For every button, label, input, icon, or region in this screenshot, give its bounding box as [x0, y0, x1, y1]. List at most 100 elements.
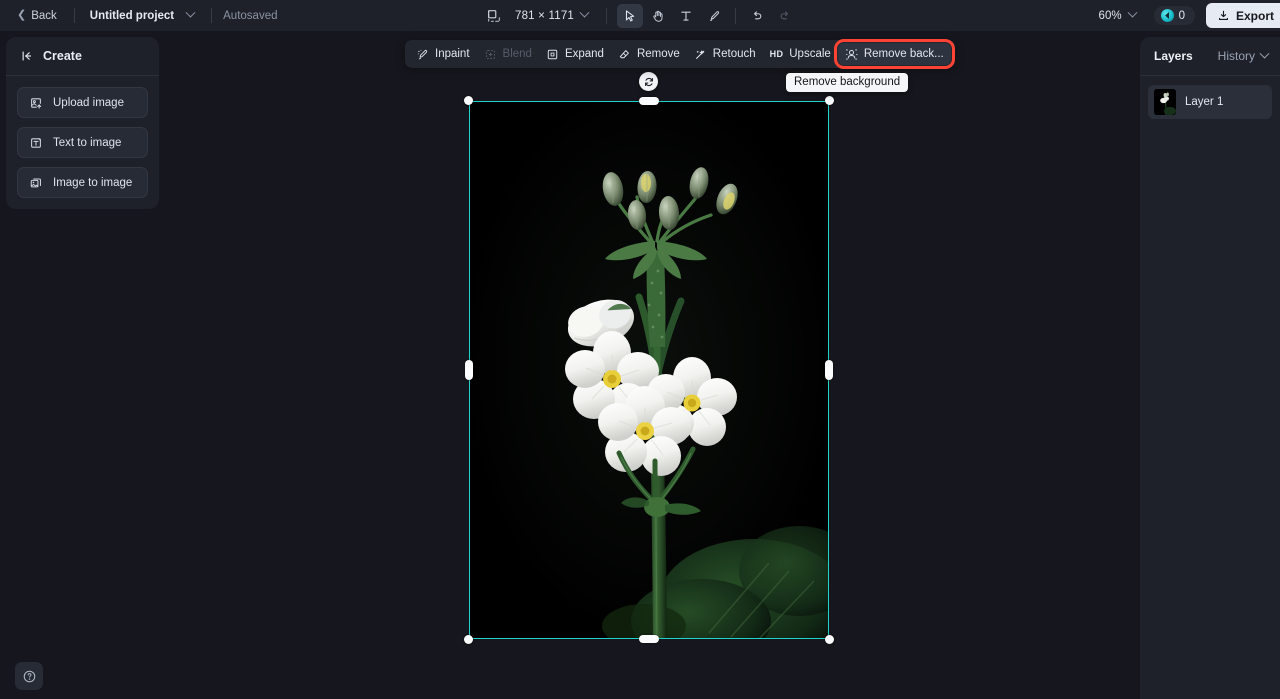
upload-image-icon — [29, 96, 43, 110]
flower-artwork-svg — [469, 101, 829, 639]
selected-image-object[interactable] — [469, 101, 829, 639]
retouch-label: Retouch — [713, 48, 756, 60]
autosaved-status: Autosaved — [223, 10, 277, 22]
zoom-level-label: 60% — [1099, 10, 1122, 22]
create-panel-items: Upload image Text to image Image to imag… — [6, 76, 159, 198]
create-panel-title: Create — [43, 49, 82, 63]
expand-icon — [546, 48, 559, 61]
tab-history-label: History — [1218, 49, 1255, 63]
resize-handle-bottom-left[interactable] — [464, 635, 473, 644]
tab-history[interactable]: History — [1218, 49, 1268, 63]
sidebar-item-upload-image[interactable]: Upload image — [17, 87, 148, 118]
layers-panel-header: Layers History — [1140, 37, 1280, 76]
inpaint-icon — [416, 48, 429, 61]
layer-thumbnail — [1154, 89, 1176, 115]
topbar-center-group: 781 × 1171 — [482, 0, 798, 31]
divider — [211, 8, 212, 23]
blend-icon — [484, 48, 497, 61]
export-label: Export — [1236, 9, 1274, 23]
redo-icon — [778, 9, 792, 23]
rotate-handle[interactable] — [639, 72, 658, 91]
image-actions-toolbar: Inpaint Blend Expand Remove Retouch HD — [405, 40, 955, 68]
collapse-panel-icon[interactable] — [20, 49, 34, 63]
text-tool-button[interactable] — [673, 4, 699, 28]
resize-handle-middle-left[interactable] — [465, 360, 473, 380]
help-question-icon — [22, 669, 37, 684]
expand-button[interactable]: Expand — [539, 43, 611, 65]
tool-group — [617, 4, 798, 28]
resize-handle-top-right[interactable] — [825, 96, 834, 105]
create-panel: Create Upload image Text to image — [6, 37, 159, 209]
resize-handle-bottom-center[interactable] — [639, 635, 659, 643]
remove-background-tooltip: Remove background — [786, 73, 908, 92]
crop-resize-icon — [486, 8, 502, 24]
remove-background-icon — [845, 48, 858, 61]
inpaint-label: Inpaint — [435, 48, 470, 60]
brush-tool-icon — [707, 9, 721, 23]
cursor-select-icon — [623, 9, 637, 23]
text-tool-icon — [679, 9, 693, 23]
layer-item[interactable]: Layer 1 — [1148, 85, 1272, 119]
rotate-refresh-icon — [643, 76, 655, 88]
tab-layers[interactable]: Layers — [1154, 49, 1193, 63]
hd-upscale-icon: HD — [770, 49, 784, 59]
zoom-level-button[interactable]: 60% — [1095, 7, 1140, 25]
remove-background-button[interactable]: Remove back... — [838, 43, 951, 65]
topbar-right-group: 60% 0 Export — [1095, 0, 1280, 31]
download-icon — [1217, 9, 1230, 22]
layers-panel: Layers History Layer 1 — [1140, 37, 1280, 699]
image-artwork — [469, 101, 829, 639]
top-bar: ❮ Back Untitled project Autosaved 781 × … — [0, 0, 1280, 31]
chevron-left-icon: ❮ — [17, 10, 26, 21]
help-button[interactable] — [15, 662, 43, 690]
export-button[interactable]: Export — [1206, 3, 1280, 28]
upscale-button[interactable]: HD Upscale — [763, 43, 838, 65]
canvas-size-button[interactable]: 781 × 1171 — [482, 5, 590, 27]
divider — [606, 8, 607, 24]
undo-button[interactable] — [744, 4, 770, 28]
hand-pan-icon — [651, 9, 665, 23]
sidebar-item-label: Text to image — [53, 137, 121, 149]
remove-background-label: Remove back... — [864, 48, 944, 60]
project-menu-button[interactable] — [178, 12, 200, 19]
remove-icon — [618, 48, 631, 61]
sidebar-item-text-to-image[interactable]: Text to image — [17, 127, 148, 158]
blend-label: Blend — [503, 48, 532, 60]
resize-handle-top-left[interactable] — [464, 96, 473, 105]
redo-button[interactable] — [772, 4, 798, 28]
blend-button[interactable]: Blend — [477, 43, 539, 65]
resize-handle-middle-right[interactable] — [825, 360, 833, 380]
retouch-icon — [694, 48, 707, 61]
retouch-button[interactable]: Retouch — [687, 43, 763, 65]
canvas-dimensions: 781 × 1171 — [515, 10, 574, 22]
credits-badge[interactable]: 0 — [1154, 6, 1195, 25]
topbar-left-group: ❮ Back Untitled project Autosaved — [0, 6, 278, 26]
undo-icon — [750, 9, 764, 23]
hand-tool-button[interactable] — [645, 4, 671, 28]
credits-count: 0 — [1179, 10, 1185, 22]
chevron-down-icon — [1260, 48, 1270, 58]
brush-tool-button[interactable] — [701, 4, 727, 28]
chevron-down-icon — [580, 8, 590, 18]
chevron-down-icon — [186, 8, 196, 18]
sidebar-item-label: Image to image — [53, 177, 132, 189]
upscale-label: Upscale — [789, 48, 831, 60]
credit-coin-icon — [1161, 9, 1174, 22]
resize-handle-top-center[interactable] — [639, 97, 659, 105]
select-tool-button[interactable] — [617, 4, 643, 28]
remove-button[interactable]: Remove — [611, 43, 687, 65]
project-name[interactable]: Untitled project — [86, 7, 178, 25]
chevron-down-icon — [1127, 8, 1137, 18]
text-to-image-icon — [29, 136, 43, 150]
divider — [735, 8, 736, 24]
back-label: Back — [31, 10, 57, 22]
layer-thumbnail-image — [1154, 89, 1176, 115]
back-button[interactable]: ❮ Back — [11, 6, 63, 26]
layer-name: Layer 1 — [1185, 96, 1223, 108]
remove-label: Remove — [637, 48, 680, 60]
create-panel-header: Create — [6, 37, 159, 76]
resize-handle-bottom-right[interactable] — [825, 635, 834, 644]
sidebar-item-image-to-image[interactable]: Image to image — [17, 167, 148, 198]
inpaint-button[interactable]: Inpaint — [409, 43, 477, 65]
layers-list: Layer 1 — [1140, 76, 1280, 119]
